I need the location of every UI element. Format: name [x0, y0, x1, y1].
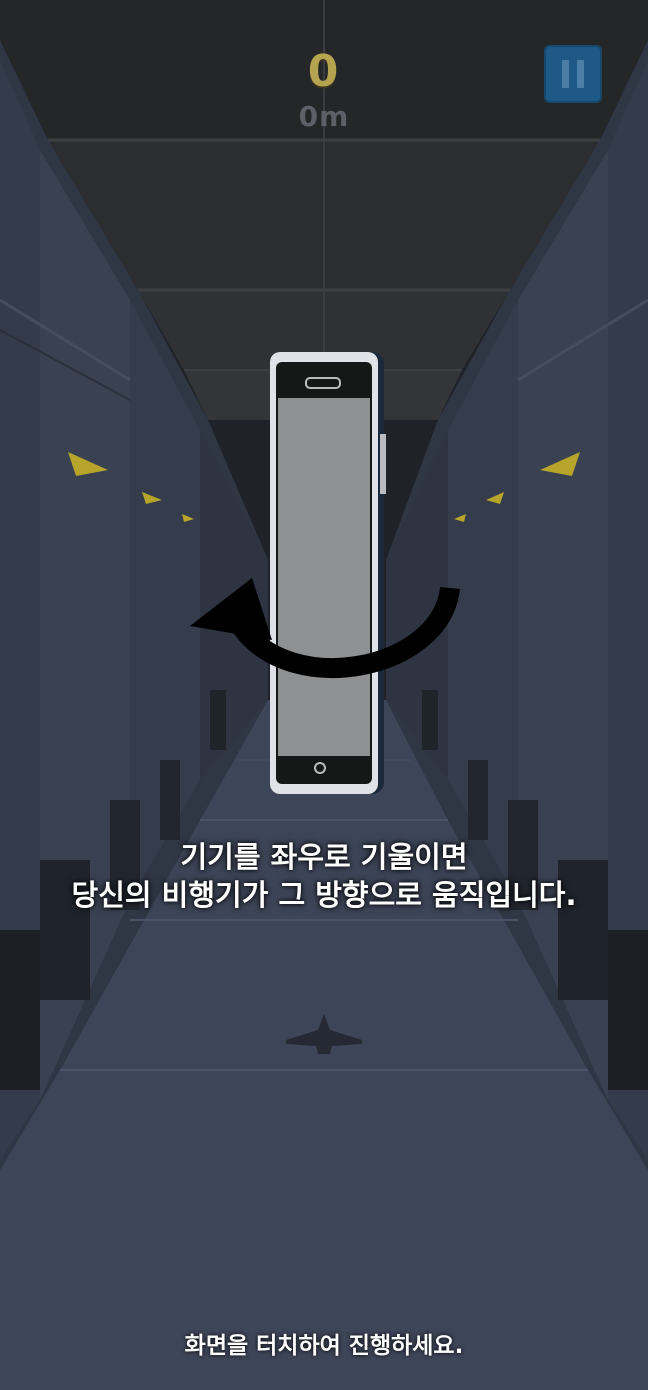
tutorial-message: 기기를 좌우로 기울이면 당신의 비행기가 그 방향으로 움직입니다. [0, 838, 648, 914]
phone-tilt-icon [270, 352, 386, 794]
tap-to-continue-prompt[interactable]: 화면을 터치하여 진행하세요. [0, 1326, 648, 1360]
distance-counter: 0m [298, 100, 350, 133]
tutorial-line-2: 당신의 비행기가 그 방향으로 움직입니다. [71, 878, 577, 912]
pause-button[interactable] [544, 45, 602, 103]
tutorial-line-1: 기기를 좌우로 기울이면 [180, 840, 468, 874]
phone-tilt-illustration [190, 352, 460, 794]
